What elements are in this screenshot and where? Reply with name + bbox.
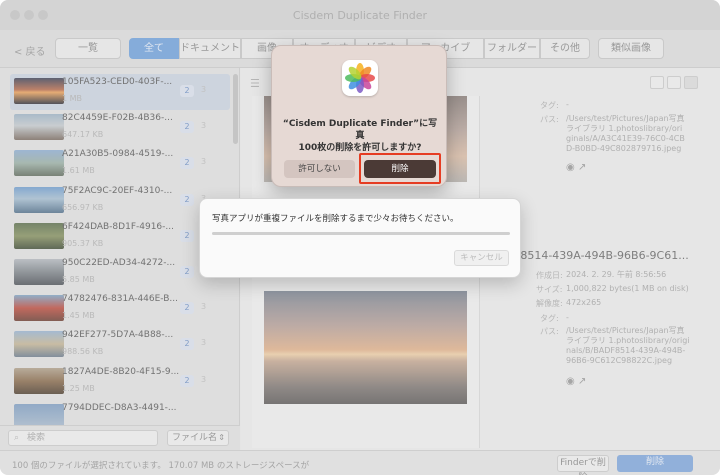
deny-button[interactable]: 許可しない xyxy=(284,160,355,178)
cancel-button[interactable]: キャンセル xyxy=(454,250,509,266)
app-window: Cisdem Duplicate Finder < 戻る 一覧 全て ドキュメン… xyxy=(0,0,720,475)
progress-dialog: 写真アプリが重複ファイルを削除するまで少々お待ちください。 キャンセル xyxy=(199,198,521,278)
progress-message: 写真アプリが重複ファイルを削除するまで少々お待ちください。 xyxy=(212,214,459,224)
progress-bar xyxy=(212,232,510,235)
highlight-box xyxy=(359,153,441,184)
permission-dialog-title: “Cisdem Duplicate Finder”に写真 100枚の削除を許可し… xyxy=(280,118,440,154)
photos-app-icon xyxy=(342,60,378,96)
permission-title-line1: “Cisdem Duplicate Finder”に写真 xyxy=(282,119,438,141)
